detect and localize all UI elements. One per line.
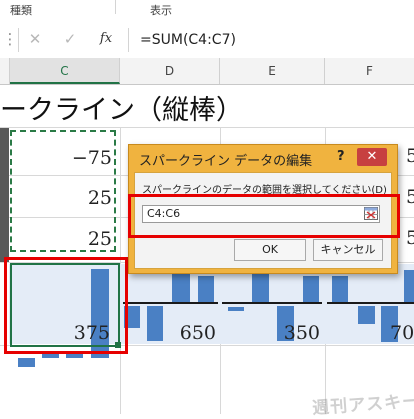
insert-function-icon[interactable]: fx (96, 31, 116, 46)
sparkline-bar (252, 270, 269, 304)
cell-c4[interactable]: −75 (12, 147, 112, 169)
sparkline-bar (66, 354, 83, 358)
cell-f8[interactable]: 70 (390, 322, 414, 344)
cell-f-partial: 5 (406, 227, 414, 249)
cell-c5[interactable]: 25 (12, 187, 112, 209)
ribbon-group-labels: 種類 表示 (0, 0, 414, 23)
column-header-d[interactable]: D (120, 58, 220, 84)
sparkline-bar (332, 276, 348, 304)
sheet-title: ークライン（縦棒） (0, 95, 243, 126)
row-header-strip (0, 128, 9, 262)
cancel-icon[interactable]: ✕ (25, 30, 45, 48)
column-header-c[interactable]: C (10, 58, 120, 84)
cell-d8[interactable]: 650 (116, 322, 216, 344)
cell-e8[interactable]: 350 (220, 322, 320, 344)
name-box-dots-icon[interactable]: ⋮ (0, 30, 20, 48)
help-icon[interactable]: ? (337, 149, 345, 164)
sparkline-bar (358, 306, 375, 324)
ribbon-separator (115, 0, 116, 14)
sparkline-bar (42, 354, 59, 358)
sparkline-axis (123, 302, 218, 304)
formula-bar-separator (18, 28, 19, 52)
sparkline-bar (228, 307, 244, 311)
formula-bar: ⋮ ✕ ✓ fx =SUM(C4:C7) (0, 22, 414, 59)
sparkline-bar (198, 276, 214, 304)
sparkline-bar (18, 358, 35, 367)
formula-bar-separator (128, 28, 129, 52)
highlight-sparkline-cell (4, 257, 128, 354)
formula-input[interactable]: =SUM(C4:C7) (140, 32, 236, 48)
sparkline-bar (172, 270, 190, 304)
column-header-e[interactable]: E (220, 58, 325, 84)
highlight-range-input (128, 194, 400, 238)
cell-f-partial: 5 (406, 186, 414, 208)
column-header-f[interactable]: F (325, 58, 414, 84)
enter-icon[interactable]: ✓ (60, 30, 80, 48)
cancel-button[interactable]: キャンセル (313, 239, 383, 261)
gridline (0, 127, 414, 128)
ok-button[interactable]: OK (234, 239, 306, 261)
sparkline-axis (222, 302, 322, 304)
column-header-bar: C D E F (0, 58, 414, 85)
sparkline-bar (404, 270, 414, 304)
sparkline-bar (303, 276, 319, 304)
ribbon-group-type: 種類 (10, 4, 32, 17)
cell-c6[interactable]: 25 (12, 228, 112, 250)
close-icon[interactable]: ✕ (357, 148, 387, 166)
column-header-previous[interactable] (0, 58, 10, 84)
ribbon-group-show: 表示 (150, 4, 172, 17)
cell-f-partial: 5 (406, 145, 414, 167)
sparkline-axis (327, 302, 414, 304)
dialog-title: スパークライン データの編集 (139, 154, 313, 169)
